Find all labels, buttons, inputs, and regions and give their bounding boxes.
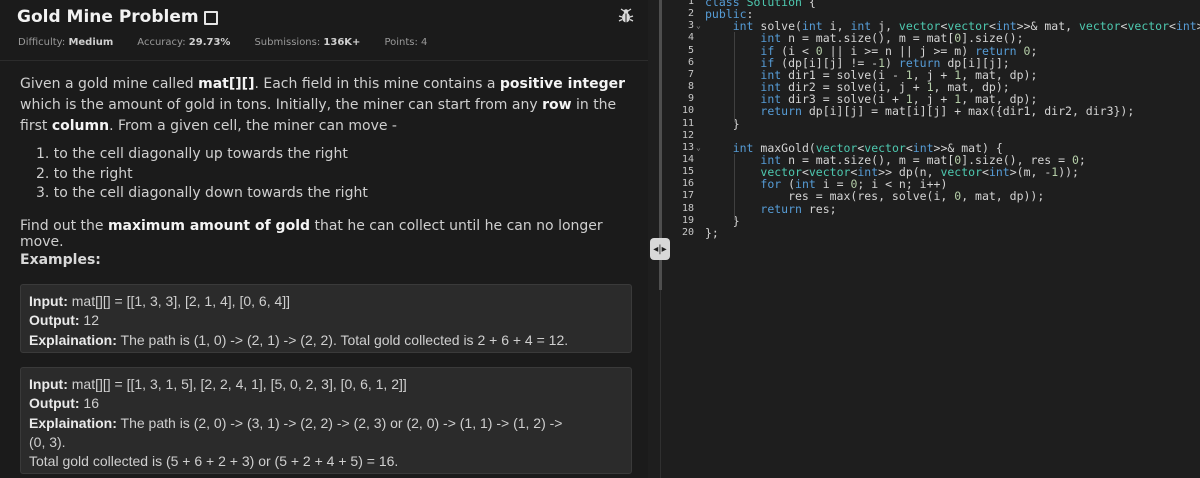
code-line[interactable]: 19 }	[672, 214, 1200, 228]
list-item: 2. to the right	[36, 165, 133, 182]
points-label: Points:	[384, 37, 418, 48]
line-number: 2	[687, 8, 694, 20]
example-input: mat[][] = [[1, 3, 3], [2, 1, 4], [0, 6, …	[67, 293, 291, 309]
code-text: };	[705, 225, 719, 240]
line-number: 5	[687, 44, 694, 56]
desc-bold-column: column	[51, 118, 110, 134]
example-explanation-cont: (0, 3).	[29, 433, 66, 450]
task-text: Find out the	[20, 218, 108, 234]
task-bold: maximum amount of gold	[107, 218, 311, 234]
line-number: 4	[687, 32, 694, 44]
line-number: 18	[681, 202, 694, 214]
indent-guide	[734, 32, 735, 122]
title-row: Gold Mine Problem	[17, 7, 218, 27]
line-number: 16	[681, 178, 694, 190]
moves-list: 1. to the cell diagonally up towards the…	[36, 145, 368, 204]
code-line[interactable]: 18 return res;	[672, 202, 1200, 216]
problem-title: Gold Mine Problem	[17, 7, 199, 27]
points-value: 4	[421, 37, 428, 48]
task-statement: Find out the maximum amount of gold that…	[20, 218, 648, 250]
example-explanation: The path is (1, 0) -> (2, 1) -> (2, 2). …	[116, 331, 569, 348]
desc-bold-positive: positive integer	[499, 76, 626, 92]
bug-report-icon[interactable]	[617, 7, 635, 25]
desc-text: which is the amount of gold in tons. Ini…	[20, 97, 543, 113]
list-item: 3. to the cell diagonally down towards t…	[36, 185, 368, 201]
line-number: 6	[687, 56, 694, 68]
example-box-2: Input: mat[][] = [[1, 3, 1, 5], [2, 2, 4…	[20, 367, 632, 474]
desc-bold-mat: mat[][]	[198, 76, 255, 92]
example-explanation-total: Total gold collected is (5 + 6 + 2 + 3) …	[29, 453, 399, 470]
example-output: 16	[79, 395, 99, 412]
difficulty: Difficulty: Medium	[18, 37, 113, 48]
code-line[interactable]: 10 return dp[i][j] = mat[i][j] + max({di…	[672, 104, 1200, 119]
line-number: 15	[681, 166, 694, 178]
bookmark-icon[interactable]	[203, 11, 218, 25]
line-number: 19	[681, 214, 694, 226]
submissions: Submissions: 136K+	[254, 37, 360, 48]
example-input: mat[][] = [[1, 3, 1, 5], [2, 2, 4, 1], […	[67, 376, 407, 392]
input-label: Input:	[29, 293, 68, 309]
explanation-label: Explaination:	[29, 414, 117, 431]
desc-text: . Each field in this mine contains a	[254, 76, 500, 92]
difficulty-value: Medium	[68, 37, 114, 48]
accuracy-value: 29.73%	[188, 37, 231, 48]
left-scrollbar-track[interactable]	[660, 290, 661, 478]
divider	[0, 60, 648, 61]
input-label: Input:	[29, 376, 68, 392]
line-number: 13	[681, 141, 694, 153]
line-number: 3	[687, 20, 694, 32]
desc-text: Given a gold mine called	[20, 76, 199, 92]
problem-meta: Difficulty: Medium Accuracy: 29.73% Subm…	[18, 37, 451, 48]
examples-heading: Examples:	[20, 252, 101, 268]
code-line[interactable]: 20};	[672, 225, 1200, 240]
output-label: Output:	[29, 395, 80, 412]
line-number: 1	[687, 0, 694, 7]
points: Points: 4	[384, 37, 427, 48]
line-number: 20	[681, 226, 694, 238]
code-text: return dp[i][j] = mat[i][j] + max({dir1,…	[760, 104, 1135, 119]
problem-description: Given a gold mine called mat[][]. Each f…	[20, 74, 638, 137]
submissions-value: 136K+	[323, 37, 361, 48]
line-number: 12	[681, 129, 694, 141]
desc-text: . From a given cell, the miner can move …	[109, 118, 397, 134]
difficulty-label: Difficulty:	[18, 37, 66, 48]
line-number: 11	[681, 117, 694, 129]
code-editor[interactable]: 1 class Solution {2 public: 3 ⌄ int solve(in…	[672, 0, 1200, 478]
indent-guide	[734, 154, 735, 220]
example-box-1: Input: mat[][] = [[1, 3, 3], [2, 1, 4], …	[20, 284, 632, 353]
accuracy: Accuracy: 29.73%	[137, 37, 230, 48]
line-number: 10	[681, 105, 694, 117]
line-number: 8	[687, 81, 694, 93]
line-number: 7	[687, 68, 694, 80]
resize-handle-icon[interactable]: ◂|▸	[650, 238, 670, 260]
fold-chevron-icon[interactable]: ⌄	[696, 143, 701, 152]
problem-panel: Gold Mine Problem Difficulty: Medium Acc…	[0, 0, 648, 478]
line-number: 9	[687, 93, 694, 105]
line-number: 17	[681, 190, 694, 202]
submissions-label: Submissions:	[254, 37, 321, 48]
example-output: 12	[79, 312, 99, 329]
example-explanation: The path is (2, 0) -> (3, 1) -> (2, 2) -…	[116, 414, 563, 431]
line-number: 14	[681, 153, 694, 165]
output-label: Output:	[29, 312, 80, 329]
list-item: 1. to the cell diagonally up towards the…	[36, 146, 348, 162]
fold-chevron-icon[interactable]: ⌄	[696, 21, 701, 30]
explanation-label: Explaination:	[29, 331, 117, 348]
accuracy-label: Accuracy:	[137, 37, 186, 48]
code-line[interactable]: 11 }	[672, 117, 1200, 131]
desc-bold-row: row	[542, 97, 572, 113]
